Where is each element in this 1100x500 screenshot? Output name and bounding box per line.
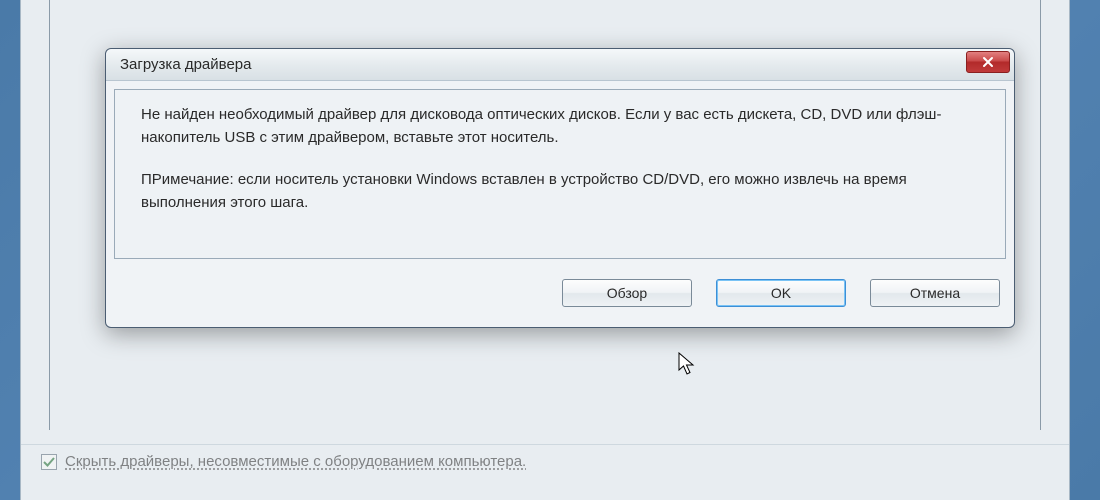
message-paragraph-2: ПРимечание: если носитель установки Wind…: [141, 169, 987, 214]
hide-incompatible-checkbox-row[interactable]: Скрыть драйверы, несовместимые с оборудо…: [41, 453, 526, 470]
button-row: Обзор OK Отмена: [114, 259, 1006, 319]
close-button[interactable]: [966, 51, 1010, 73]
message-frame: Не найден необходимый драйвер для дисков…: [114, 89, 1006, 259]
checkbox-icon[interactable]: [41, 454, 57, 470]
close-icon: [982, 56, 994, 68]
browse-button[interactable]: Обзор: [562, 279, 692, 307]
dialog-title: Загрузка драйвера: [120, 56, 251, 73]
dialog-titlebar[interactable]: Загрузка драйвера: [106, 49, 1014, 81]
message-paragraph-1: Не найден необходимый драйвер для дисков…: [141, 104, 987, 149]
driver-load-dialog: Загрузка драйвера Не найден необходимый …: [105, 48, 1015, 328]
dialog-body: Не найден необходимый драйвер для дисков…: [106, 81, 1014, 327]
separator: [20, 444, 1070, 445]
hide-incompatible-label: Скрыть драйверы, несовместимые с оборудо…: [65, 453, 526, 470]
ok-button[interactable]: OK: [716, 279, 846, 307]
cancel-button[interactable]: Отмена: [870, 279, 1000, 307]
